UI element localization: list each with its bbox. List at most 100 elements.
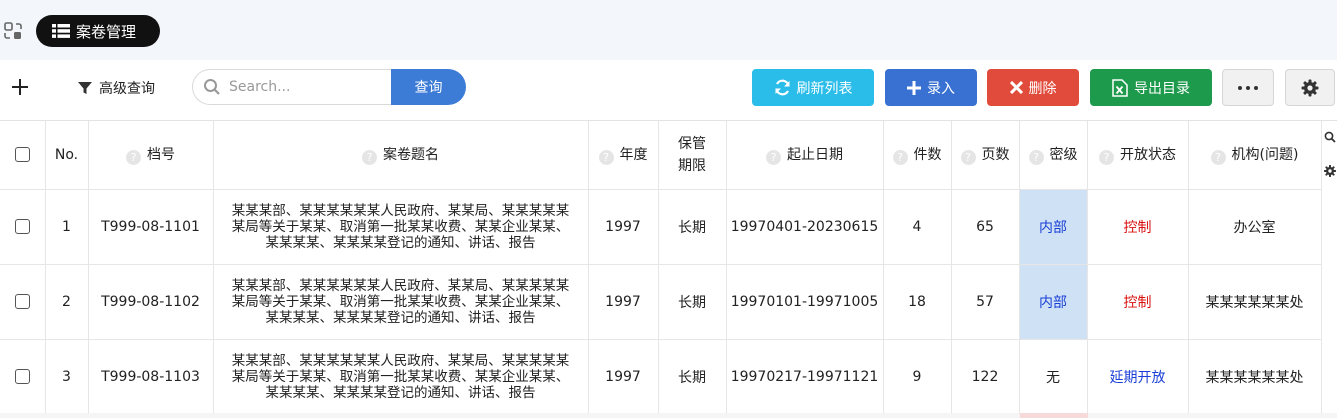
table-row[interactable]: 3 T999-08-1103 某某某部、某某某某某某人民政府、某某局、某某某某某… bbox=[0, 339, 1322, 415]
cell-pages: 122 bbox=[951, 339, 1020, 415]
cell-pages: 57 bbox=[951, 264, 1020, 340]
excel-file-icon bbox=[1112, 78, 1128, 97]
row-checkbox[interactable] bbox=[14, 219, 30, 234]
cell-secret: 内部 bbox=[1019, 189, 1088, 265]
help-icon: ? bbox=[960, 150, 976, 166]
column-header-secret[interactable]: ? 密级 bbox=[1019, 121, 1088, 190]
cell-items: 9 bbox=[883, 339, 952, 415]
row-checkbox[interactable] bbox=[14, 294, 30, 309]
refresh-label: 刷新列表 bbox=[796, 80, 853, 97]
records-table: No. ? 档号 ? 案卷题名 ? 年度 保管期限 ? 起止日期 ? 件数 ? 页数 ? 密级… bbox=[0, 121, 1322, 415]
swap-icon[interactable] bbox=[4, 22, 22, 40]
cell-org: 某某某某某某处 bbox=[1188, 264, 1322, 340]
cell-term: 长期 bbox=[658, 339, 727, 415]
search-icon[interactable] bbox=[1324, 131, 1336, 143]
column-header-pages[interactable]: ? 页数 bbox=[951, 121, 1020, 190]
delete-label: 删除 bbox=[1028, 80, 1057, 97]
cell-year: 1997 bbox=[588, 264, 659, 340]
cell-status: 控制 bbox=[1087, 264, 1189, 340]
select-all-checkbox[interactable] bbox=[14, 147, 30, 163]
add-record-label: 录入 bbox=[927, 80, 955, 97]
help-icon: ? bbox=[766, 150, 781, 166]
more-button[interactable] bbox=[1222, 69, 1274, 106]
cell-status: 控制 bbox=[1087, 189, 1189, 265]
cell-org: 办公室 bbox=[1188, 189, 1322, 265]
filter-icon bbox=[78, 82, 92, 94]
next-row-partial bbox=[0, 413, 1337, 418]
top-strip: 案卷管理 bbox=[0, 0, 1337, 60]
cell-items: 18 bbox=[883, 264, 952, 340]
search-box bbox=[192, 69, 392, 105]
gear-icon bbox=[1301, 79, 1319, 96]
table-side-tools bbox=[1321, 121, 1337, 418]
cell-no: 1 bbox=[45, 189, 89, 265]
row-checkbox[interactable] bbox=[14, 369, 30, 384]
next-row-secret-cell-partial bbox=[1020, 413, 1088, 418]
gear-icon[interactable] bbox=[1324, 165, 1336, 177]
cell-no: 2 bbox=[45, 264, 89, 340]
export-catalog-label: 导出目录 bbox=[1134, 80, 1190, 97]
cell-year: 1997 bbox=[588, 339, 659, 415]
cell-year: 1997 bbox=[588, 189, 659, 265]
add-record-button[interactable]: 录入 bbox=[885, 69, 977, 106]
records-table-container: No. ? 档号 ? 案卷题名 ? 年度 保管期限 ? 起止日期 ? 件数 ? 页数 ? 密级… bbox=[0, 120, 1337, 418]
advanced-search-button[interactable]: 高级查询 bbox=[78, 78, 155, 98]
column-header-year[interactable]: ? 年度 bbox=[588, 121, 659, 190]
cell-dates: 19970101-19971005 bbox=[726, 264, 884, 340]
ellipsis-icon bbox=[1238, 85, 1258, 90]
plus-icon bbox=[907, 80, 921, 95]
column-header-status[interactable]: ? 开放状态 bbox=[1087, 121, 1189, 190]
help-icon: ? bbox=[892, 150, 908, 166]
cell-term: 长期 bbox=[658, 264, 727, 340]
row-select[interactable] bbox=[0, 189, 46, 265]
search-input[interactable] bbox=[229, 79, 379, 95]
cell-secret: 内部 bbox=[1019, 264, 1088, 340]
search-icon bbox=[204, 79, 220, 95]
list-icon bbox=[52, 24, 70, 38]
help-icon: ? bbox=[362, 150, 377, 166]
row-select[interactable] bbox=[0, 264, 46, 340]
settings-button[interactable] bbox=[1285, 69, 1335, 106]
delete-button[interactable]: 删除 bbox=[987, 69, 1079, 106]
help-icon: ? bbox=[126, 150, 141, 166]
cell-org: 某某某某某某处 bbox=[1188, 339, 1322, 415]
module-title: 案卷管理 bbox=[76, 22, 137, 41]
refresh-button[interactable]: 刷新列表 bbox=[752, 69, 874, 106]
refresh-icon bbox=[774, 79, 790, 96]
plus-icon[interactable] bbox=[10, 77, 30, 97]
column-header-items[interactable]: ? 件数 bbox=[883, 121, 952, 190]
help-icon: ? bbox=[1210, 150, 1226, 166]
close-icon bbox=[1009, 81, 1023, 94]
column-header-no[interactable]: No. bbox=[45, 121, 89, 190]
help-icon: ? bbox=[1028, 150, 1044, 166]
table-row[interactable]: 1 T999-08-1101 某某某部、某某某某某某人民政府、某某局、某某某某某… bbox=[0, 189, 1322, 265]
search-button[interactable]: 查询 bbox=[391, 69, 466, 105]
cell-secret: 无 bbox=[1019, 339, 1088, 415]
cell-term: 长期 bbox=[658, 189, 727, 265]
table-row[interactable]: 2 T999-08-1102 某某某部、某某某某某某人民政府、某某局、某某某某某… bbox=[0, 264, 1322, 340]
column-header-dates[interactable]: ? 起止日期 bbox=[726, 121, 884, 190]
cell-pages: 65 bbox=[951, 189, 1020, 265]
column-header-title[interactable]: ? 案卷题名 bbox=[213, 121, 589, 190]
cell-title: 某某某部、某某某某某某人民政府、某某局、某某某某某某局等关于某某、取消第一批某某… bbox=[213, 264, 589, 340]
header-select-all[interactable] bbox=[0, 121, 46, 190]
cell-status: 延期开放 bbox=[1087, 339, 1189, 415]
module-tab[interactable]: 案卷管理 bbox=[36, 15, 160, 47]
advanced-search-label: 高级查询 bbox=[99, 81, 155, 97]
cell-no: 3 bbox=[45, 339, 89, 415]
cell-items: 4 bbox=[883, 189, 952, 265]
cell-dates: 19970401-20230615 bbox=[726, 189, 884, 265]
column-header-code[interactable]: ? 档号 bbox=[88, 121, 214, 190]
cell-code: T999-08-1103 bbox=[88, 339, 214, 415]
help-icon: ? bbox=[598, 150, 614, 166]
export-catalog-button[interactable]: 导出目录 bbox=[1090, 69, 1212, 106]
row-select[interactable] bbox=[0, 339, 46, 415]
table-header-row: No. ? 档号 ? 案卷题名 ? 年度 保管期限 ? 起止日期 ? 件数 ? 页数 ? 密级… bbox=[0, 121, 1322, 190]
cell-title: 某某某部、某某某某某某人民政府、某某局、某某某某某某局等关于某某、取消第一批某某… bbox=[213, 339, 589, 415]
column-header-org[interactable]: ? 机构(问题) bbox=[1188, 121, 1322, 190]
column-header-term[interactable]: 保管期限 bbox=[658, 121, 727, 190]
help-icon: ? bbox=[1099, 150, 1114, 166]
cell-code: T999-08-1102 bbox=[88, 264, 214, 340]
cell-dates: 19970217-19971121 bbox=[726, 339, 884, 415]
toolbar: 高级查询 查询 刷新列表 录入 删除 导出目录 bbox=[0, 60, 1337, 120]
